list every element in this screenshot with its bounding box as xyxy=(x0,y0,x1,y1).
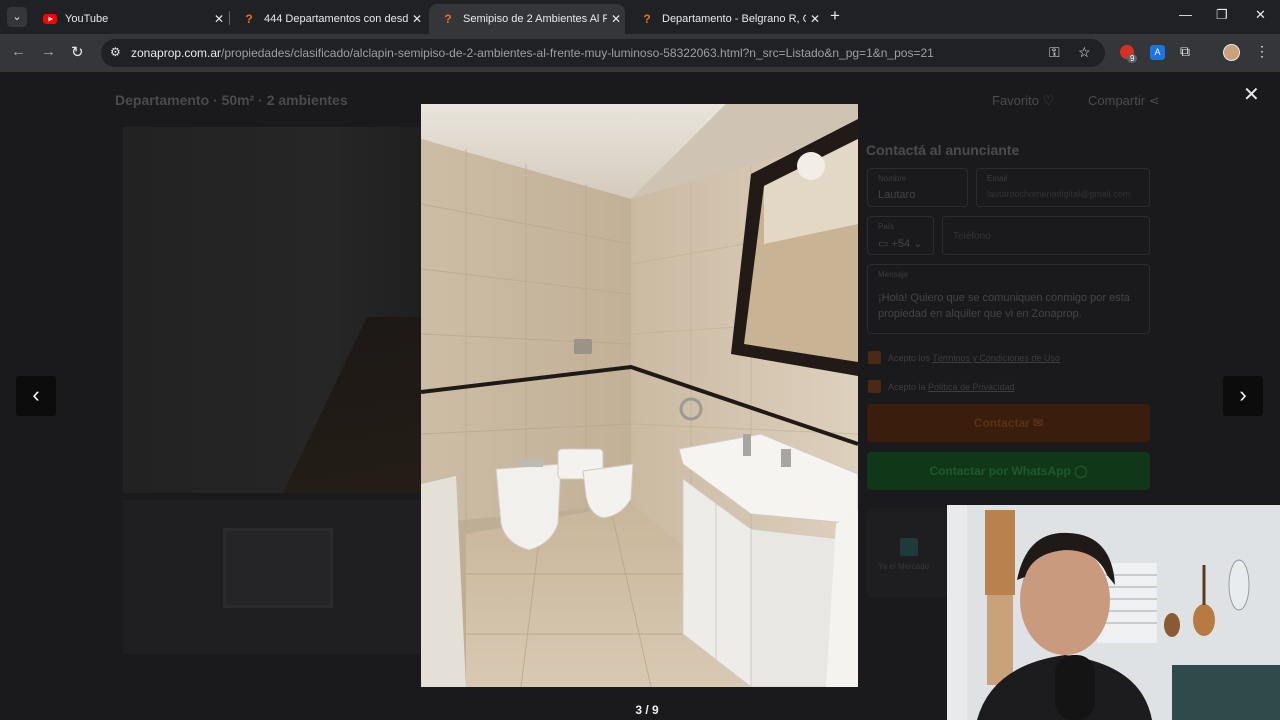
country-code: +54 xyxy=(891,238,911,250)
phone-field[interactable]: Teléfono xyxy=(942,216,1150,255)
tab-strip: ⌄ YouTube ✕ ? 444 Departamentos con desd… xyxy=(0,0,1280,34)
close-tab-icon[interactable]: ✕ xyxy=(806,12,824,26)
country-code-select[interactable]: País ▭ +54 ⌄ xyxy=(867,216,934,255)
zonaprop-icon: ? xyxy=(245,12,253,26)
gallery-prev-button[interactable]: ‹ xyxy=(16,376,56,416)
back-icon[interactable]: ← xyxy=(11,43,26,60)
gallery-next-button[interactable]: › xyxy=(1223,376,1263,416)
name-field[interactable]: Nombre Lautaro xyxy=(867,168,968,207)
country-label: País xyxy=(878,222,895,231)
tab-belgrano[interactable]: ? Departamento - Belgrano R, Ca ✕ xyxy=(628,4,824,34)
briefcase-icon xyxy=(900,538,918,556)
new-tab-icon[interactable]: + xyxy=(830,6,840,26)
bookmark-star-icon[interactable]: ☆ xyxy=(1078,44,1091,61)
favorite-button[interactable]: Favorito ♡ xyxy=(992,93,1054,109)
whatsapp-button[interactable]: Contactar por WhatsApp ◯ xyxy=(867,452,1150,490)
name-label: Nombre xyxy=(878,174,907,183)
privacy-prefix: Acepto la xyxy=(888,382,929,392)
tab-listings[interactable]: ? 444 Departamentos con desde ✕ xyxy=(230,4,426,34)
terms-prefix: Acepto los xyxy=(888,353,933,363)
forward-icon[interactable]: → xyxy=(41,43,56,60)
share-button[interactable]: Compartir ⋖ xyxy=(1088,93,1160,109)
close-tab-icon[interactable]: ✕ xyxy=(607,12,625,26)
message-label: Mensaje xyxy=(878,270,909,279)
chevron-down-icon: ⌄ xyxy=(913,238,923,250)
phone-placeholder: Teléfono xyxy=(953,231,991,242)
tab-title: Semipiso de 2 Ambientes Al Fre xyxy=(463,13,607,25)
minimize-icon[interactable]: — xyxy=(1179,7,1192,22)
password-key-icon[interactable]: ⚿ xyxy=(1049,44,1060,61)
browser-menu-icon[interactable]: ⋮ xyxy=(1255,43,1269,60)
contact-button[interactable]: Contactar ✉ xyxy=(867,404,1150,442)
gallery-photo xyxy=(421,104,858,687)
gallery-counter: 3 / 9 xyxy=(635,703,659,717)
terms-label: Acepto los Términos y Condiciones de Uso xyxy=(888,353,1060,363)
message-value: ¡Hola! Quiero que se comuniquen conmigo … xyxy=(878,292,1130,320)
url-host: zonaprop.com.ar xyxy=(131,46,222,60)
webcam-feed xyxy=(947,505,1280,720)
favorite-label: Favorito xyxy=(992,93,1039,108)
close-tab-icon[interactable]: ✕ xyxy=(210,12,228,26)
url-path: /propiedades/clasificado/alclapin-semipi… xyxy=(221,46,934,60)
privacy-checkbox[interactable] xyxy=(868,380,881,393)
translate-extension-icon[interactable]: A xyxy=(1150,45,1165,60)
email-field[interactable]: Email lautaroochomenadigital@gmail.com xyxy=(976,168,1150,207)
browser-toolbar: ← → ↻ ⚙ zonaprop.com.ar/propiedades/clas… xyxy=(0,34,1280,72)
whatsapp-button-label: Contactar por WhatsApp xyxy=(929,464,1071,478)
tab-semipiso[interactable]: ? Semipiso de 2 Ambientes Al Fre ✕ xyxy=(429,4,625,34)
bathroom-photo xyxy=(421,104,858,687)
tab-title: 444 Departamentos con desde xyxy=(264,13,408,25)
floor-shape xyxy=(283,317,423,493)
gallery-close-icon[interactable]: ✕ xyxy=(1243,85,1260,105)
profile-avatar[interactable] xyxy=(1223,44,1240,61)
privacy-link[interactable]: Política de Privacidad xyxy=(928,382,1015,392)
extensions-puzzle-icon[interactable]: ⧉ xyxy=(1180,43,1190,60)
site-info-icon[interactable]: ⚙ xyxy=(110,45,121,59)
country-value: ▭ +54 ⌄ xyxy=(878,237,922,250)
restore-icon[interactable]: ❐ xyxy=(1216,7,1228,23)
close-tab-icon[interactable]: ✕ xyxy=(408,12,426,26)
reload-icon[interactable]: ↻ xyxy=(71,43,84,61)
zonaprop-icon: ? xyxy=(643,12,651,26)
whatsapp-icon: ◯ xyxy=(1074,464,1088,478)
message-field[interactable]: Mensaje ¡Hola! Quiero que se comuniquen … xyxy=(867,264,1150,334)
name-value: Lautaro xyxy=(878,189,916,201)
address-bar[interactable]: ⚙ zonaprop.com.ar/propiedades/clasificad… xyxy=(101,39,1105,67)
contact-form-title: Contactá al anunciante xyxy=(866,142,1020,158)
webcam-overlay xyxy=(947,505,1280,720)
secondary-photo-thumbnail[interactable] xyxy=(123,500,423,654)
contact-button-label: Contactar xyxy=(973,416,1030,430)
window-shape xyxy=(223,528,333,608)
email-value: lautaroochomenadigital@gmail.com xyxy=(987,189,1131,199)
listing-title: Departamento · 50m² · 2 ambientes xyxy=(115,92,348,108)
heart-icon: ♡ xyxy=(1042,93,1055,108)
privacy-label: Acepto la Política de Privacidad xyxy=(888,382,1015,392)
share-label: Compartir xyxy=(1088,93,1146,108)
share-icon: ⋖ xyxy=(1148,93,1160,108)
close-window-icon[interactable]: ✕ xyxy=(1255,7,1266,23)
terms-checkbox[interactable] xyxy=(868,351,881,364)
zonaprop-icon: ? xyxy=(444,12,452,26)
main-photo-thumbnail[interactable] xyxy=(123,127,423,493)
tab-title: Departamento - Belgrano R, Ca xyxy=(662,13,806,25)
tab-search-icon[interactable]: ⌄ xyxy=(7,7,27,27)
flag-icon: ▭ xyxy=(878,238,889,250)
card-label: Ya el Mercado xyxy=(878,562,929,571)
mail-icon: ✉ xyxy=(1033,416,1044,430)
url-text[interactable]: zonaprop.com.ar/propiedades/clasificado/… xyxy=(131,46,934,60)
terms-link[interactable]: Términos y Condiciones de Uso xyxy=(932,353,1060,363)
tab-youtube[interactable]: YouTube ✕ xyxy=(31,4,228,34)
email-label: Email xyxy=(987,174,1008,183)
tab-title: YouTube xyxy=(65,13,109,25)
youtube-icon xyxy=(43,12,57,26)
